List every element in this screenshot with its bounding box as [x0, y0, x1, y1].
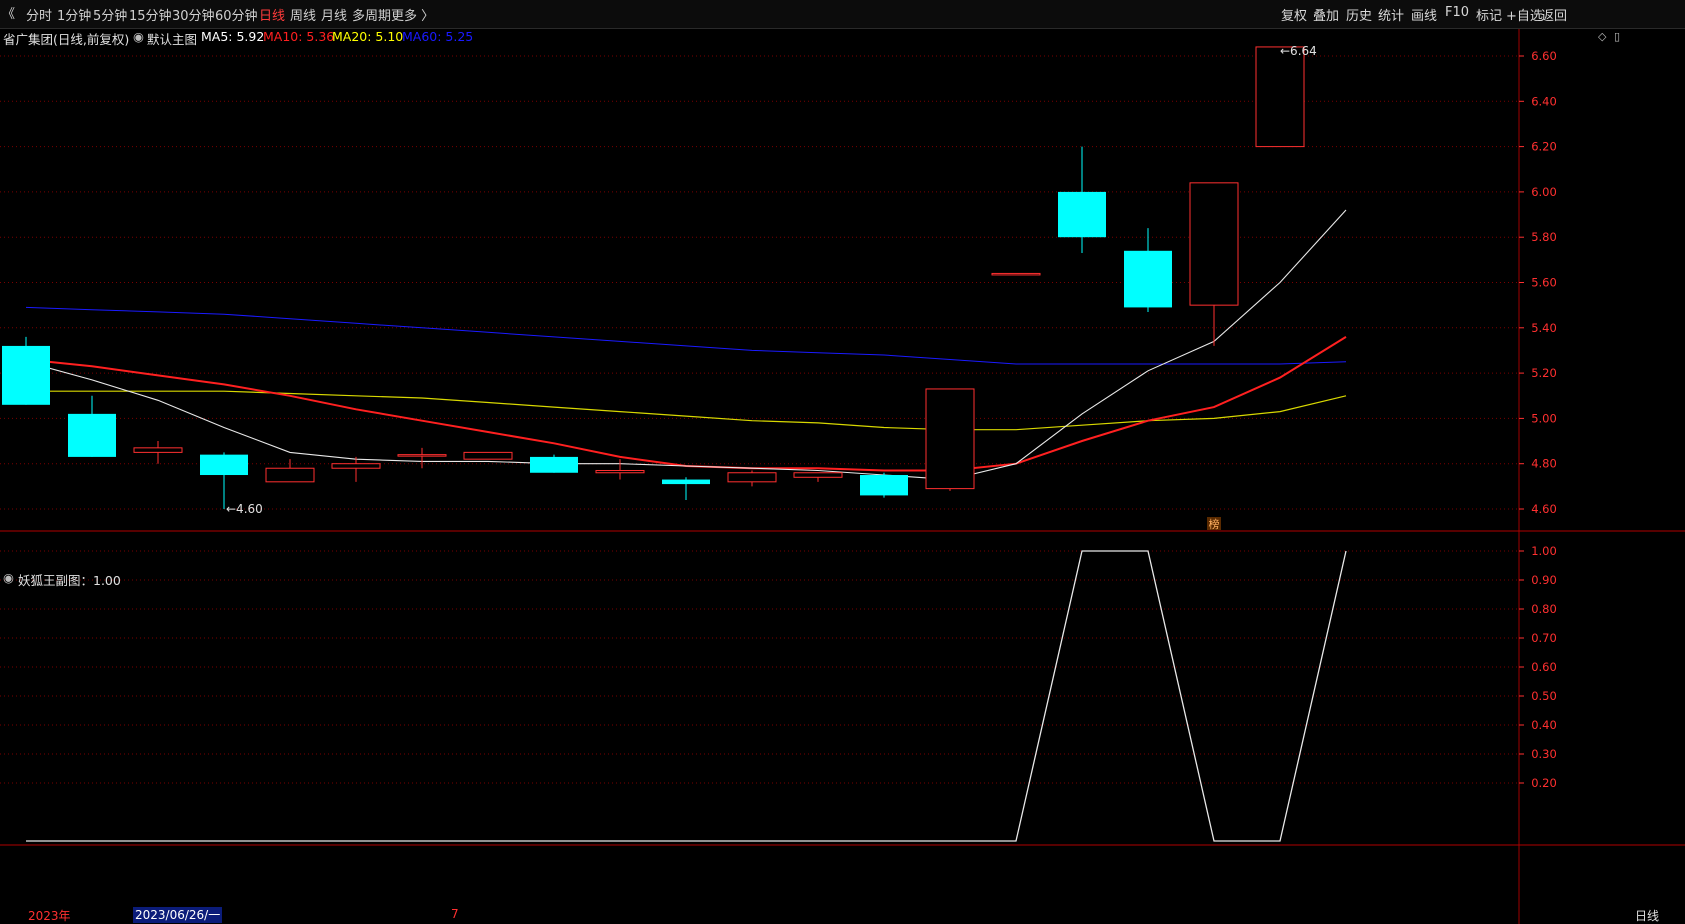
price-tick-label: 6.00	[1531, 185, 1557, 199]
year-label: 2023年	[28, 909, 71, 923]
toolbar-right-7[interactable]: +自选	[1506, 5, 1543, 24]
candle-body-up[interactable]	[727, 472, 777, 483]
ma10-label: MA10: 5.36	[263, 29, 335, 44]
candle-body-up[interactable]	[331, 463, 381, 469]
stock-title[interactable]: 省广集团(日线,前复权)	[3, 29, 129, 48]
price-tick-label: 5.40	[1531, 321, 1557, 335]
period-tab-10[interactable]: 更多 〉	[391, 5, 434, 24]
toolbar-right-0[interactable]: 复权	[1281, 5, 1307, 24]
price-tick-label: 5.80	[1531, 230, 1557, 244]
candle-body-up[interactable]	[1189, 182, 1239, 306]
chart-controls[interactable]: ◇ ▯	[1598, 30, 1620, 43]
candle-body-up[interactable]	[1255, 46, 1305, 148]
ma20-line	[26, 390, 1347, 431]
chevron-down-icon[interactable]: ◉	[3, 570, 14, 585]
period-tab-6[interactable]: 日线	[259, 5, 285, 24]
candle-body-up[interactable]	[265, 467, 315, 483]
ma5-label: MA5: 5.92	[201, 29, 265, 44]
window-icon[interactable]: ▯	[1614, 30, 1620, 43]
indicator-tick-label: 1.00	[1531, 544, 1557, 558]
kline-chart[interactable]: 6.60 6.40 6.20 6.00 5.80 5.60 5.40 5.20 5.00 4.80…	[0, 29, 1685, 924]
ma10-line	[25, 336, 1347, 472]
period-toolbar: 《分时 1分钟 5分钟 15分钟 30分钟 60分钟 日线 周线 月线 多周期 更多 〉 复权 叠加 历史…	[0, 0, 1685, 29]
high-price-marker: ←6.64	[1280, 44, 1317, 58]
chevron-down-icon[interactable]: ◉	[133, 29, 144, 44]
toolbar-right-6[interactable]: 标记	[1476, 5, 1502, 24]
indicator-tick-label: 0.70	[1531, 631, 1557, 645]
candle-body-down[interactable]	[200, 454, 248, 476]
price-tick-label: 4.60	[1531, 502, 1557, 516]
ma60-line	[25, 306, 1347, 365]
period-tab-0[interactable]: 分时	[26, 5, 52, 24]
candle-body-up[interactable]	[463, 451, 513, 460]
toolbar-right-2[interactable]: 历史	[1346, 5, 1372, 24]
candle-body-up[interactable]	[595, 469, 645, 474]
indicator-tick-label: 0.90	[1531, 573, 1557, 587]
low-price-marker: ←4.60	[226, 502, 263, 516]
price-tick-label: 6.20	[1531, 140, 1557, 154]
candle-body-down[interactable]	[1124, 250, 1172, 308]
sub-chart-title[interactable]: 妖狐王副图：1.00	[18, 570, 121, 589]
toolbar-right-5[interactable]: F10	[1445, 5, 1469, 20]
indicator-tick-label: 0.50	[1531, 689, 1557, 703]
indicator-tick-label: 0.60	[1531, 660, 1557, 674]
cursor-date-label: 2023/06/26/一	[133, 907, 223, 923]
price-tick-label: 5.20	[1531, 366, 1557, 380]
candle-body-down[interactable]	[2, 345, 50, 405]
toolbar-right-1[interactable]: 叠加	[1313, 5, 1339, 24]
candle-body-up[interactable]	[991, 272, 1041, 276]
rank-badge[interactable]: 榜	[1209, 517, 1220, 531]
candle-body-up[interactable]	[793, 472, 843, 478]
indicator-tick-label: 0.40	[1531, 718, 1557, 732]
period-tab-5[interactable]: 60分钟	[215, 5, 258, 24]
double-chevron-left-icon[interactable]: 《	[2, 3, 15, 22]
price-tick-label: 6.60	[1531, 49, 1557, 63]
month-label: 7	[451, 907, 459, 921]
candle-body-up[interactable]	[397, 454, 447, 457]
candle-body-up[interactable]	[925, 388, 975, 490]
period-tab-8[interactable]: 月线	[321, 5, 347, 24]
candle-body-down[interactable]	[662, 479, 710, 485]
period-tab-4[interactable]: 30分钟	[172, 5, 215, 24]
diamond-icon[interactable]: ◇	[1598, 30, 1606, 43]
template-label[interactable]: 默认主图	[147, 29, 197, 48]
toolbar-right-4[interactable]: 画线	[1411, 5, 1437, 24]
ma20-label: MA20: 5.10	[332, 29, 404, 44]
period-tab-9[interactable]: 多周期	[352, 5, 391, 24]
indicator-tick-label: 0.20	[1531, 776, 1557, 790]
price-tick-label: 6.40	[1531, 94, 1557, 108]
candle-body-down[interactable]	[530, 456, 578, 473]
period-label: 日线	[1635, 909, 1660, 923]
indicator-tick-label: 0.30	[1531, 747, 1557, 761]
ma60-label: MA60: 5.25	[402, 29, 474, 44]
candle-body-down[interactable]	[68, 413, 116, 457]
candle-body-down[interactable]	[1058, 191, 1106, 238]
candle-body-up[interactable]	[133, 447, 183, 453]
toolbar-right-8[interactable]: 返回	[1541, 5, 1567, 24]
price-tick-label: 5.00	[1531, 411, 1557, 425]
price-tick-label: 4.80	[1531, 457, 1557, 471]
period-tab-2[interactable]: 5分钟	[93, 5, 127, 24]
period-tab-3[interactable]: 15分钟	[129, 5, 172, 24]
period-tab-1[interactable]: 1分钟	[57, 5, 91, 24]
price-tick-label: 5.60	[1531, 276, 1557, 290]
indicator-tick-label: 0.80	[1531, 602, 1557, 616]
period-tab-7[interactable]: 周线	[290, 5, 316, 24]
toolbar-right-3[interactable]: 统计	[1378, 5, 1404, 24]
candle-body-down[interactable]	[860, 475, 908, 496]
